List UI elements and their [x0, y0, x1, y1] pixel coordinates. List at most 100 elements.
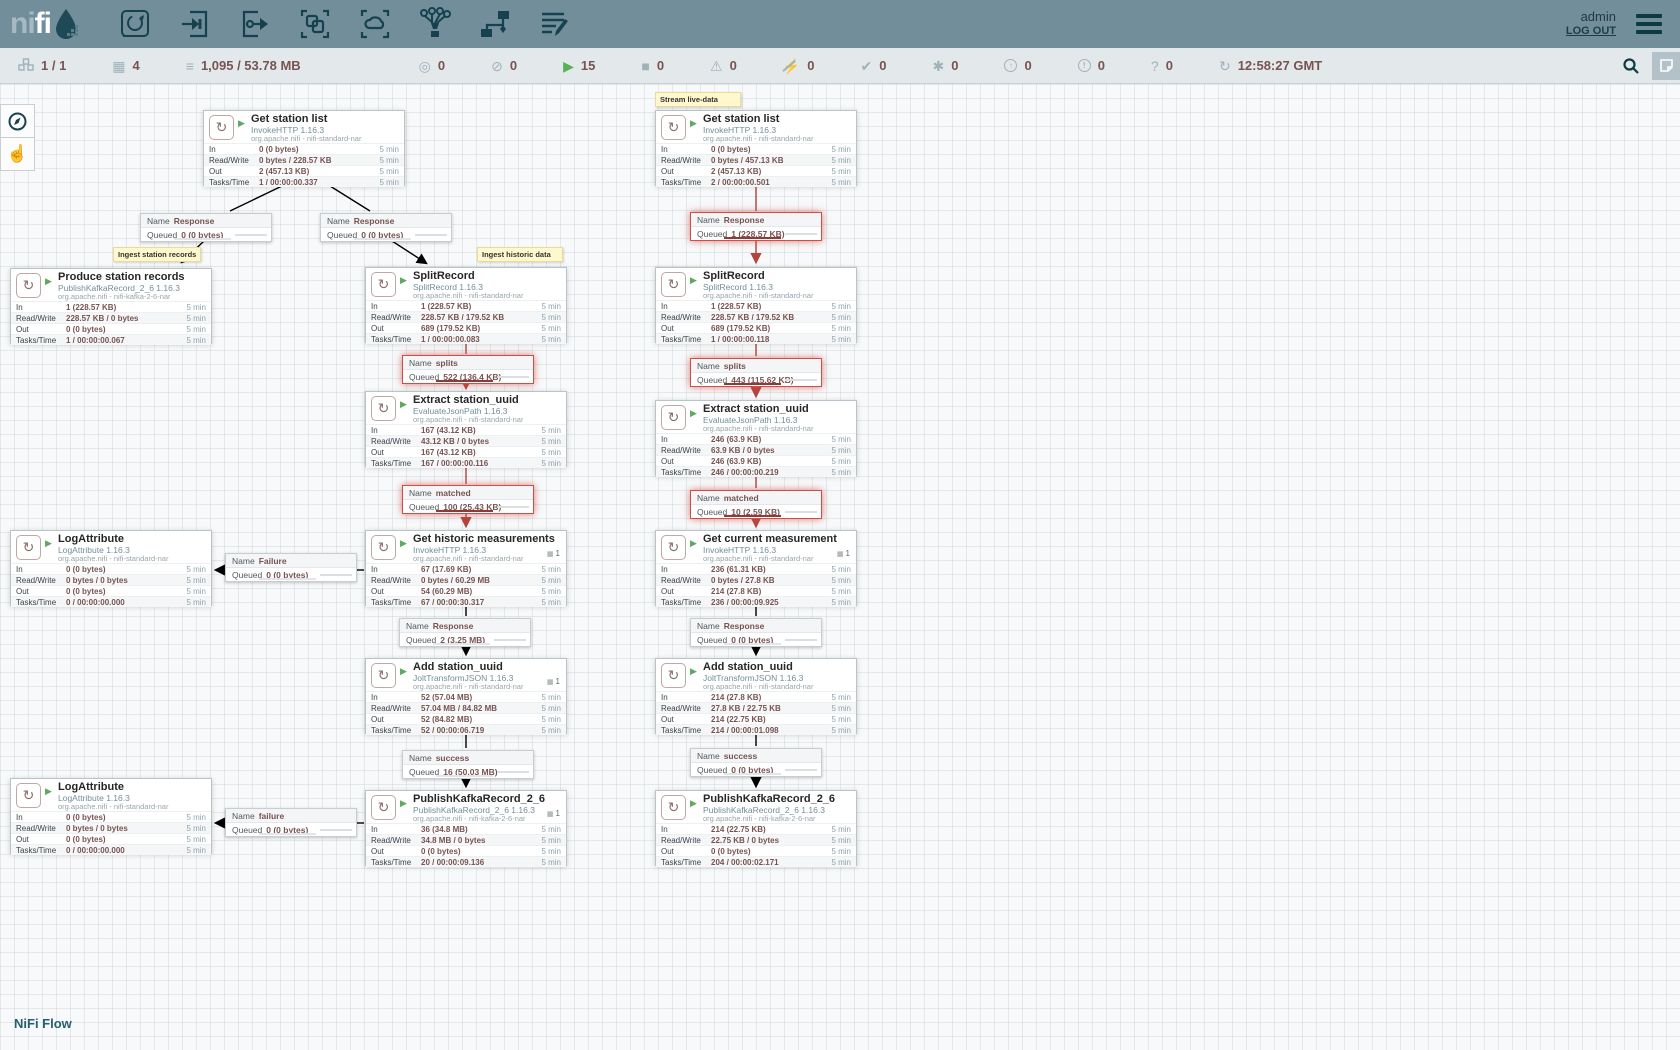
processor-node[interactable]: ↻ ▶ SplitRecord SplitRecord 1.16.3 org.a… — [365, 267, 567, 343]
processor-title: Get station list — [703, 113, 856, 126]
processor-stamp-icon: ↻ — [371, 663, 396, 688]
operate-palette-button[interactable]: ☝ — [0, 137, 35, 171]
unknown-version-status: ? 0 — [1151, 58, 1173, 73]
stat-row-in: In 52 (57.04 MB) 5 min — [366, 691, 566, 702]
threads-mini-icon: ▦ — [547, 678, 554, 686]
drag-output-port-icon[interactable] — [237, 6, 273, 42]
connection-queue-label[interactable]: Name failure Queued 0 (0 bytes) — [225, 808, 357, 837]
transmitting-icon: ◎ — [419, 59, 431, 73]
backpressure-size-bar — [785, 233, 818, 235]
processor-node[interactable]: ↻ ▶ Extract station_uuid EvaluateJsonPat… — [655, 400, 857, 476]
disabled-status: ⚡ 0 — [783, 58, 815, 73]
processor-stamp-icon: ↻ — [371, 795, 396, 820]
stopped-status: ■ 0 — [641, 58, 664, 73]
navigate-palette-button[interactable] — [0, 104, 35, 138]
global-menu-icon[interactable] — [1632, 10, 1666, 38]
threads-mini-icon: ▦ — [547, 810, 554, 818]
connection-queue-label[interactable]: Name Response Queued 0 (0 bytes) — [320, 213, 452, 242]
stat-row-tasks: Tasks/Time 0 / 00:00:00.000 5 min — [11, 596, 211, 607]
connection-queue-label[interactable]: Name matched Queued 10 (2.59 KB) — [690, 490, 822, 519]
drag-funnel-icon[interactable] — [417, 6, 453, 42]
connection-queue-label[interactable]: Name Response Queued 0 (0 bytes) — [690, 618, 822, 647]
canvas-note-label[interactable]: Ingest historic data — [477, 247, 563, 262]
backpressure-size-bar — [494, 639, 527, 641]
drag-template-icon[interactable] — [477, 6, 513, 42]
connection-queued-row: Queued 100 (25.43 KB) — [403, 500, 533, 513]
stat-row-readwrite: Read/Write 34.8 MB / 0 bytes 5 min — [366, 834, 566, 845]
connection-queue-label[interactable]: Name Response Queued 0 (0 bytes) — [140, 213, 272, 242]
processor-node[interactable]: ↻ ▶ Add station_uuid JoltTransformJSON 1… — [655, 658, 857, 734]
connection-name-key: Name — [232, 556, 255, 566]
connection-name-value: Response — [724, 215, 765, 225]
note-label-text: Stream live-data — [660, 95, 718, 104]
connection-name-value: Response — [174, 216, 215, 226]
processor-node[interactable]: ↻ ▶ Produce station records PublishKafka… — [10, 268, 212, 344]
drag-label-icon[interactable] — [537, 6, 573, 42]
connection-name-key: Name — [327, 216, 350, 226]
processor-bundle: org.apache.nifi - nifi-kafka-2-6-nar — [58, 293, 211, 302]
processor-node[interactable]: ↻ ▶ Add station_uuid JoltTransformJSON 1… — [365, 658, 567, 734]
component-toolbox — [117, 6, 573, 42]
threads-mini-icon: ▦ — [837, 550, 844, 558]
stat-row-tasks: Tasks/Time 214 / 00:00:01.098 5 min — [656, 724, 856, 735]
app-header: nifi — [0, 0, 1680, 48]
search-icon[interactable] — [1622, 57, 1640, 75]
connection-name-key: Name — [409, 753, 432, 763]
connection-queue-label[interactable]: Name Failure Queued 0 (0 bytes) — [225, 553, 357, 582]
drag-processor-icon[interactable] — [117, 6, 153, 42]
nifi-logo: nifi — [10, 7, 83, 41]
connection-queue-label[interactable]: Name splits Queued 443 (115.62 KB) — [690, 358, 822, 387]
running-state-icon: ▶ — [238, 118, 245, 129]
active-threads-count: 1 — [556, 809, 560, 818]
canvas-note-label[interactable]: Ingest station records — [113, 247, 201, 262]
stat-row-readwrite: Read/Write 0 bytes / 457.13 KB 5 min — [656, 154, 856, 165]
stat-row-tasks: Tasks/Time 246 / 00:00:00.219 5 min — [656, 466, 856, 477]
logout-link[interactable]: LOG OUT — [1566, 25, 1616, 39]
stat-row-in: In 214 (22.75 KB) 5 min — [656, 823, 856, 834]
canvas-note-label[interactable]: Stream live-data — [655, 92, 741, 107]
processor-node[interactable]: ↻ ▶ LogAttribute LogAttribute 1.16.3 org… — [10, 778, 212, 854]
processor-node[interactable]: ↻ ▶ SplitRecord SplitRecord 1.16.3 org.a… — [655, 267, 857, 343]
drag-input-port-icon[interactable] — [177, 6, 213, 42]
processor-node[interactable]: ↻ ▶ Get current measurement InvokeHTTP 1… — [655, 530, 857, 606]
processor-node[interactable]: ↻ ▶ Get station list InvokeHTTP 1.16.3 o… — [203, 110, 405, 186]
processor-bundle: org.apache.nifi - nifi-standard-nar — [251, 135, 404, 144]
stat-row-tasks: Tasks/Time 0 / 00:00:00.000 5 min — [11, 844, 211, 855]
processor-header: ↻ ▶ PublishKafkaRecord_2_6 PublishKafkaR… — [366, 791, 566, 823]
backpressure-size-bar — [320, 574, 353, 576]
processor-header: ↻ ▶ Add station_uuid JoltTransformJSON 1… — [656, 659, 856, 691]
processor-node[interactable]: ↻ ▶ PublishKafkaRecord_2_6 PublishKafkaR… — [655, 790, 857, 866]
processor-node[interactable]: ↻ ▶ Extract station_uuid EvaluateJsonPat… — [365, 391, 567, 467]
processor-node[interactable]: ↻ ▶ PublishKafkaRecord_2_6 PublishKafkaR… — [365, 790, 567, 866]
connection-queued-row: Queued 443 (115.62 KB) — [691, 373, 821, 386]
connection-name-value: matched — [724, 493, 759, 503]
processor-node[interactable]: ↻ ▶ Get station list InvokeHTTP 1.16.3 o… — [655, 110, 857, 186]
connection-name-value: Response — [354, 216, 395, 226]
backpressure-count-bar — [259, 578, 316, 580]
processor-stamp-icon: ↻ — [16, 273, 41, 298]
flow-status-bar: 1 / 1 ▦ 4 ≡ 1,095 / 53.78 MB ◎ 0 ⊘ 0 ▶ 1… — [0, 48, 1680, 84]
panel-toggle-icon[interactable] — [1652, 52, 1680, 80]
active-threads-count: 1 — [556, 549, 560, 558]
breadcrumb[interactable]: NiFi Flow — [14, 1016, 72, 1031]
connection-queue-label[interactable]: Name matched Queued 100 (25.43 KB) — [402, 485, 534, 514]
connection-queue-label[interactable]: Name Response Queued 2 (3.25 MB) — [399, 618, 531, 647]
connection-queue-label[interactable]: Name success Queued 0 (0 bytes) — [690, 748, 822, 777]
processor-bundle: org.apache.nifi - nifi-standard-nar — [703, 135, 856, 144]
stat-row-readwrite: Read/Write 0 bytes / 0 bytes 5 min — [11, 822, 211, 833]
refresh-icon[interactable]: ↻ — [1219, 59, 1231, 73]
connection-queue-label[interactable]: Name success Queued 16 (50.03 MB) — [402, 750, 534, 779]
processor-node[interactable]: ↻ ▶ Get historic measurements InvokeHTTP… — [365, 530, 567, 606]
connection-name-row: Name success — [403, 751, 533, 765]
not-transmitting-status: ⊘ 0 — [491, 58, 517, 73]
stat-row-tasks: Tasks/Time 1 / 00:00:00.067 5 min — [11, 334, 211, 345]
drag-remote-process-group-icon[interactable] — [357, 6, 393, 42]
queued-icon: ≡ — [186, 59, 194, 73]
running-state-icon: ▶ — [400, 399, 407, 410]
stat-row-out: Out 0 (0 bytes) 5 min — [366, 845, 566, 856]
connection-queue-label[interactable]: Name splits Queued 522 (136.4 KB) — [402, 355, 534, 384]
processor-node[interactable]: ↻ ▶ LogAttribute LogAttribute 1.16.3 org… — [10, 530, 212, 606]
drag-process-group-icon[interactable] — [297, 6, 333, 42]
stale-icon: ↑ — [1004, 59, 1017, 72]
connection-queue-label[interactable]: Name Response Queued 1 (228.57 KB) — [690, 212, 822, 241]
